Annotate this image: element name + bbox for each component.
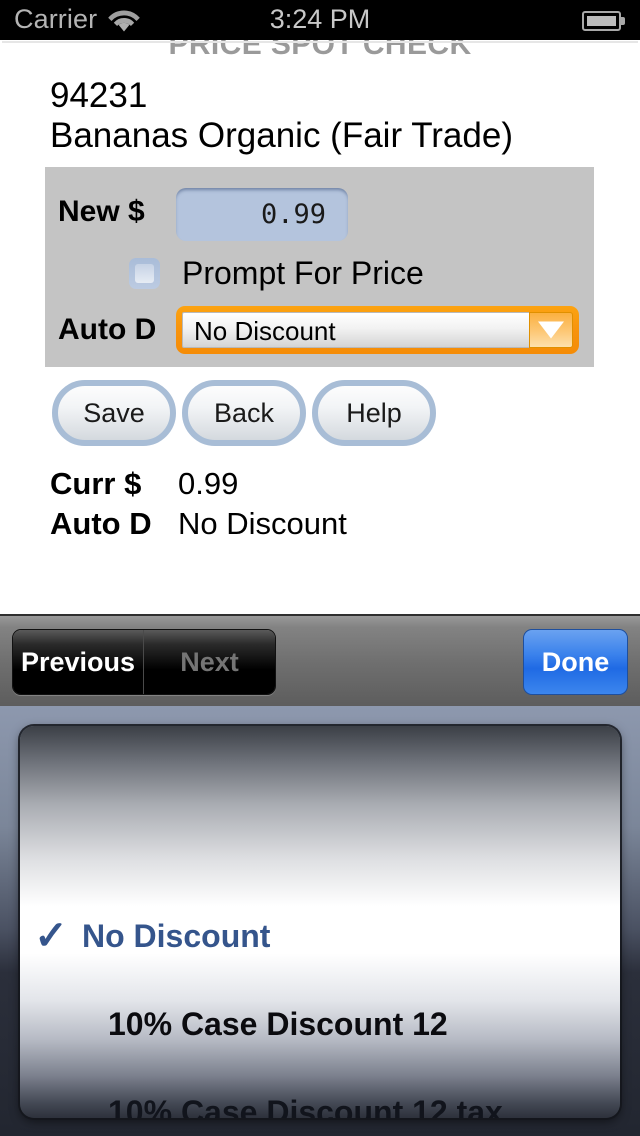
picker-option-row[interactable]: ✓ No Discount (20, 892, 620, 980)
auto-discount-label: Auto D (58, 313, 157, 346)
help-button[interactable]: Help (312, 380, 436, 446)
chevron-down-icon[interactable] (529, 312, 573, 348)
picker-option-label: 10% Case Discount 12 tax (108, 1093, 503, 1119)
action-button-row: Save Back Help (52, 380, 436, 446)
new-price-label: New $ (58, 195, 145, 228)
keyboard-accessory-toolbar: Previous Next Done (0, 614, 640, 706)
battery-body (582, 11, 621, 31)
picker-option-row[interactable]: 10% Case Discount 12 tax (20, 1068, 620, 1119)
back-button[interactable]: Back (182, 380, 306, 446)
next-field-button[interactable]: Next (144, 630, 275, 694)
prompt-for-price-label: Prompt For Price (182, 255, 424, 291)
new-price-input[interactable] (176, 188, 348, 241)
item-code: 94231 (50, 76, 148, 115)
picker-option-label: No Discount (82, 917, 271, 954)
auto-discount-selected-value: No Discount (182, 312, 529, 348)
battery-icon (582, 11, 626, 31)
status-bar: Carrier 3:24 PM (0, 0, 640, 40)
app-screen: PRICE SPOT CHECK Carrier 3:24 PM 94231 B… (0, 0, 640, 1136)
checkmark-icon: ✓ (34, 914, 68, 958)
price-form-panel: New $ Prompt For Price Auto D No Discoun… (45, 167, 594, 367)
header-divider (2, 41, 638, 43)
previous-field-button[interactable]: Previous (13, 630, 144, 694)
auto-discount-picker[interactable]: ✓ No Discount 10% Case Discount 12 10% C… (20, 726, 620, 1118)
current-price-value: 0.99 (178, 466, 239, 501)
item-name: Bananas Organic (Fair Trade) (50, 116, 513, 155)
picker-option-row[interactable]: 10% Case Discount 12 (20, 980, 620, 1068)
auto-discount-select[interactable]: No Discount (176, 306, 579, 354)
field-navigation-segmented-control[interactable]: Previous Next (12, 629, 276, 695)
save-button[interactable]: Save (52, 380, 176, 446)
picker-option-label: 10% Case Discount 12 (108, 1005, 448, 1042)
current-auto-discount-row: Auto D No Discount (50, 506, 347, 542)
current-price-row: Curr $ 0.99 (50, 466, 238, 502)
battery-nub (621, 17, 625, 25)
done-button[interactable]: Done (523, 629, 628, 695)
prompt-for-price-checkbox[interactable] (129, 258, 160, 289)
status-time: 3:24 PM (269, 4, 371, 34)
battery-fill (587, 16, 616, 26)
current-price-key: Curr $ (50, 466, 142, 501)
current-auto-discount-key: Auto D (50, 506, 152, 541)
prompt-for-price-row[interactable]: Prompt For Price (129, 255, 424, 292)
current-auto-discount-value: No Discount (178, 506, 347, 541)
